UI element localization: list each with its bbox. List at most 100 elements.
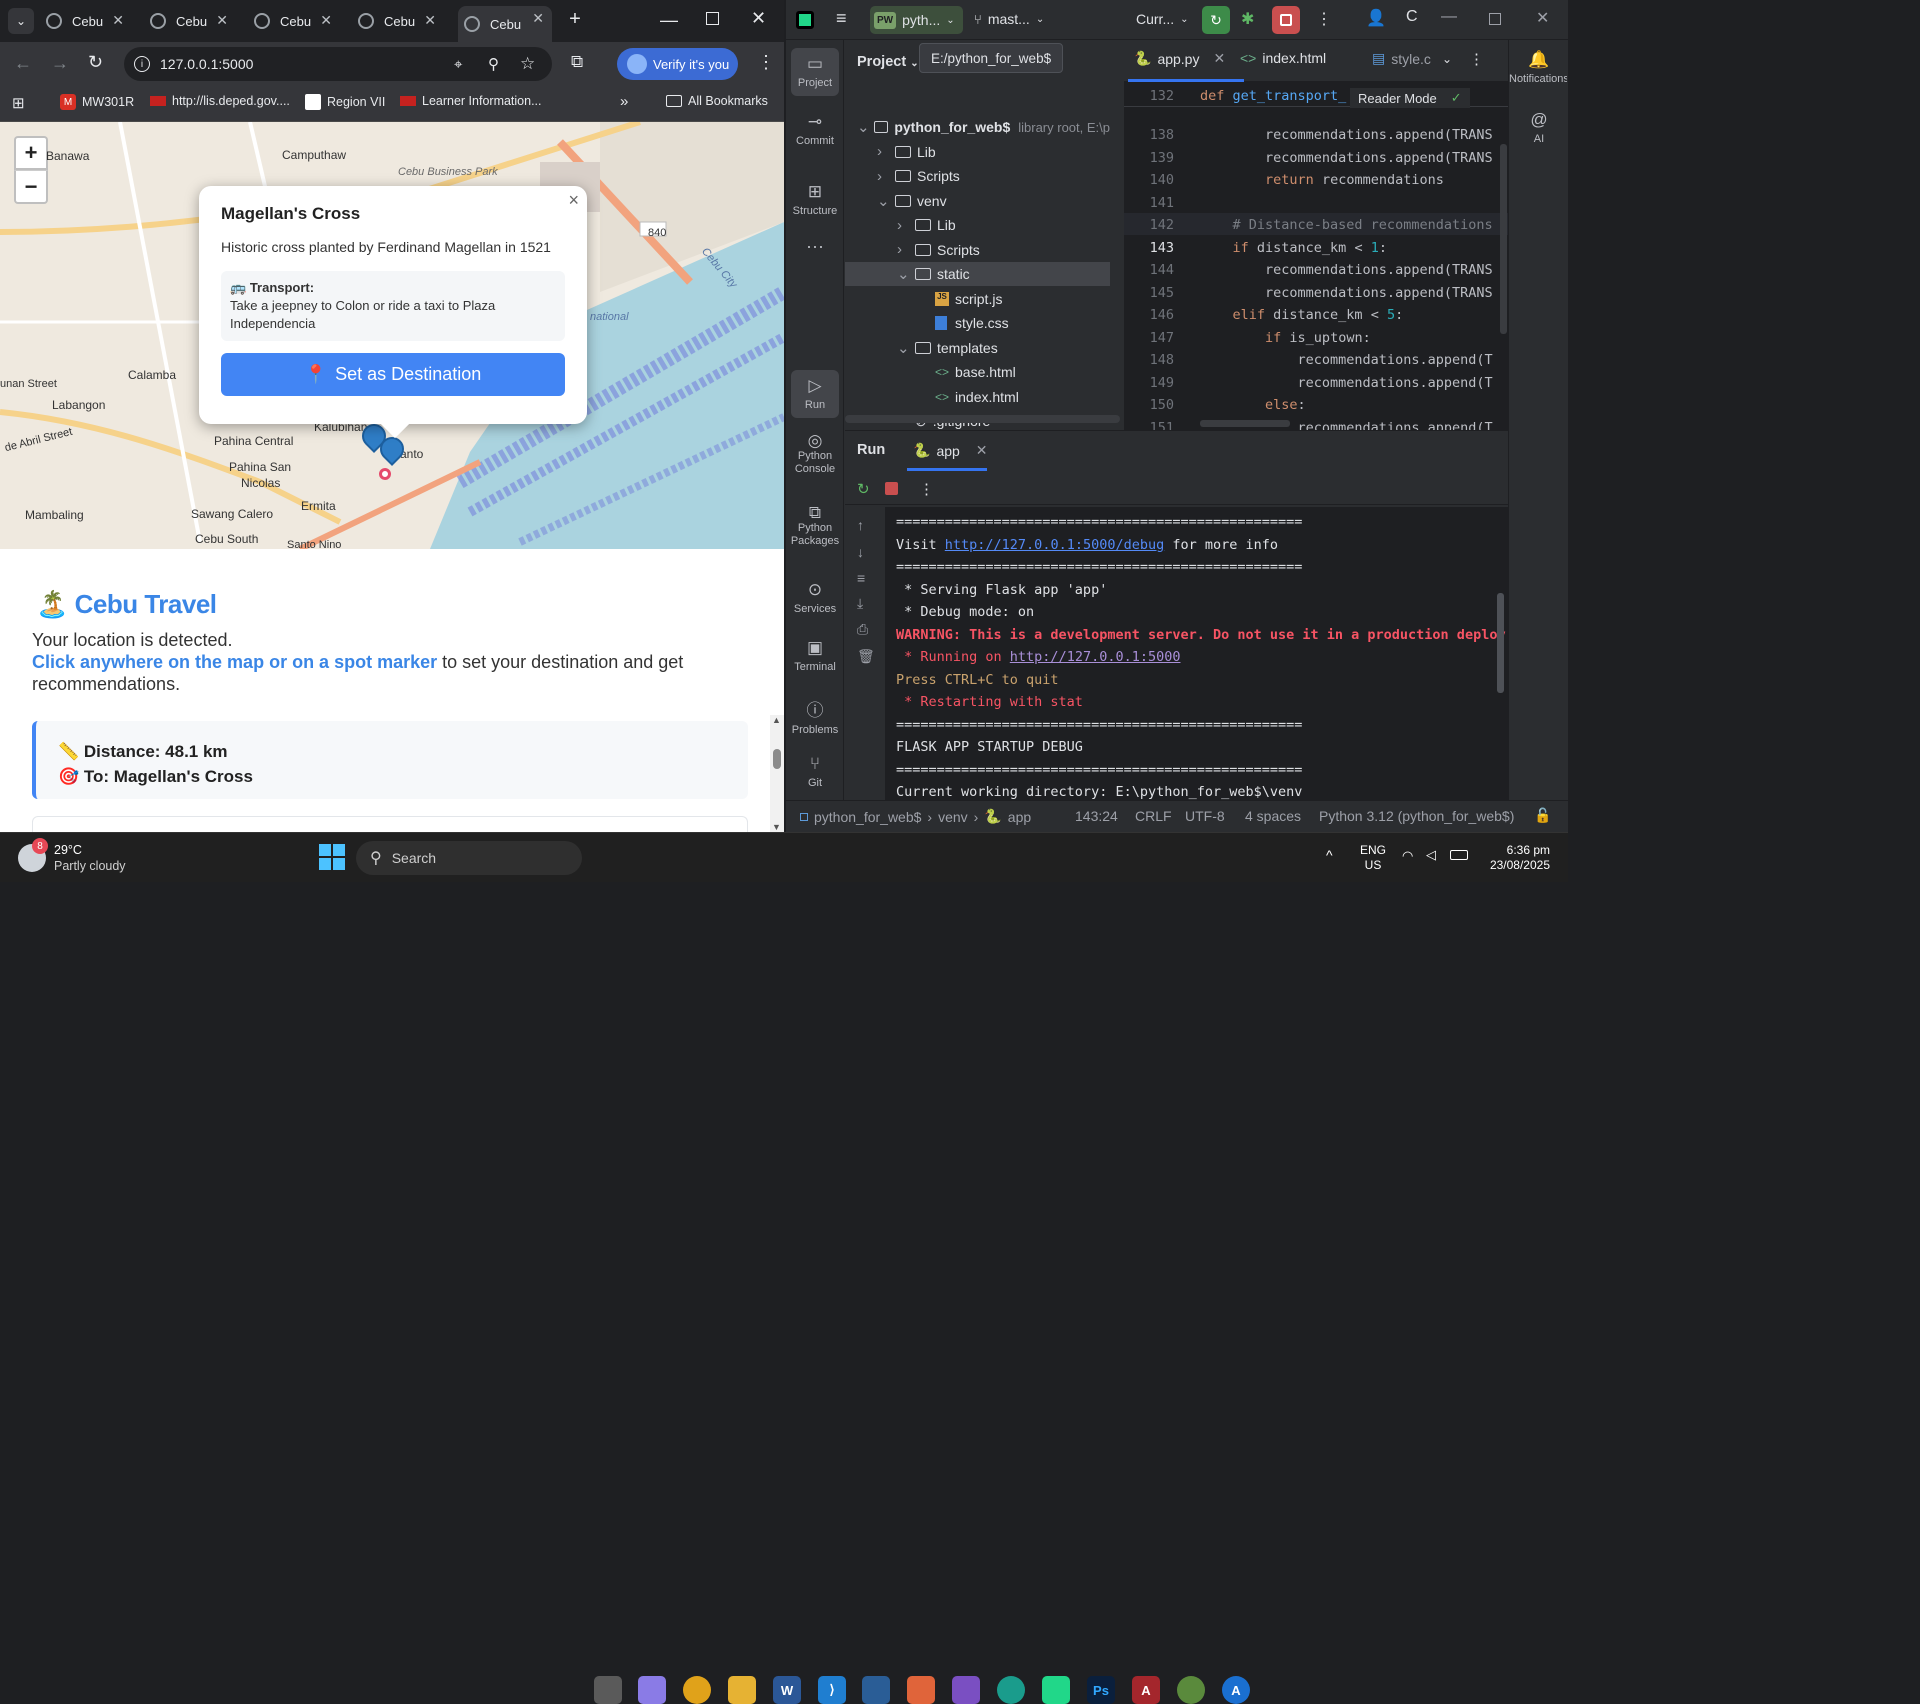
terminal-tool-button[interactable]: ▣ Terminal [786,638,844,673]
pycharm-logo-icon[interactable] [796,11,814,29]
expand-arrow-icon[interactable]: › [877,168,895,185]
indent-setting[interactable]: 4 spaces [1245,808,1301,824]
tree-item[interactable]: ⌄ venv [845,189,1110,213]
bookmark-item[interactable]: http://lis.deped.gov.... [150,94,290,108]
expand-arrow-icon[interactable]: › [897,241,915,258]
run-tool-button[interactable]: ▷ Run [791,370,839,418]
structure-tool-button[interactable]: ⊞ Structure [786,182,844,217]
close-tab-icon[interactable]: ✕ [1213,50,1225,67]
close-tab-icon[interactable]: ✕ [216,12,228,29]
editor-tab[interactable]: ▤ style.c [1372,50,1431,67]
tab-search-button[interactable]: ⌄ [8,8,34,34]
editor-more-icon[interactable]: ⋮ [1469,50,1484,68]
app-icon[interactable] [862,1676,890,1704]
start-button[interactable] [319,844,345,870]
debug-icon[interactable]: ✱ [1241,9,1254,29]
app-icon[interactable]: A [1222,1676,1250,1704]
tree-item[interactable]: style.css [845,311,1110,335]
bookmark-item[interactable]: Region VII [305,94,385,110]
battery-icon[interactable] [1450,850,1468,860]
site-info-icon[interactable]: i [134,56,150,72]
minimize-button[interactable]: — [660,10,678,31]
expand-arrow-icon[interactable]: ⌄ [897,265,915,283]
more-actions-icon[interactable]: ⋮ [1316,9,1332,29]
branch-switcher[interactable]: ⑂ mast... ⌄ [974,11,1044,27]
problems-tool-button[interactable]: ⓘ Problems [786,696,844,736]
tree-item[interactable]: › Scripts [845,238,1110,262]
project-switcher[interactable]: PW pyth... ⌄ [870,6,963,34]
commit-tool-button[interactable]: ⊸ Commit [786,112,844,147]
more-icon[interactable]: ⋮ [919,480,934,498]
expand-arrow-icon[interactable]: ⌄ [897,339,915,357]
scroll-up-icon[interactable]: ↑ [857,517,864,533]
tray-overflow-icon[interactable]: ^ [1326,847,1333,863]
close-tab-icon[interactable]: ✕ [532,10,544,27]
close-tab-icon[interactable]: ✕ [112,12,124,29]
expand-arrow-icon[interactable]: ⌄ [877,192,895,210]
line-ending[interactable]: CRLF [1135,808,1172,824]
wifi-icon[interactable]: ◠ [1402,848,1413,864]
menu-icon[interactable]: ⋮ [757,52,775,73]
editor-tab[interactable]: <> index.html [1240,50,1326,66]
bookmark-item[interactable]: M MW301R [60,94,134,110]
tree-item[interactable]: ⌄ templates [845,336,1110,360]
main-menu-icon[interactable]: ≡ [836,8,847,29]
tree-item[interactable]: ⌄ static [845,262,1110,286]
editor-vscrollbar[interactable] [1500,144,1507,334]
maximize-button[interactable] [1489,13,1501,25]
ai-tool-button[interactable]: @ AI [1509,110,1569,145]
instruction-link[interactable]: Click anywhere on the map or on a spot m… [32,652,437,672]
close-window-button[interactable]: ✕ [1536,8,1549,28]
scrollbar-thumb[interactable] [773,749,781,769]
language-indicator[interactable]: ENG US [1360,843,1386,873]
tree-item[interactable]: <> base.html [845,360,1110,384]
zoom-out-button[interactable]: − [14,170,48,204]
soft-wrap-icon[interactable]: ≡ [857,570,865,586]
zoom-in-button[interactable]: + [14,136,48,170]
map[interactable]: + − Banawa Camputhaw Cebu Business Park … [0,122,784,549]
more-bookmarks-icon[interactable]: » [620,93,628,110]
browser-tab[interactable]: Cebu ✕ [458,6,552,42]
close-tab-icon[interactable]: ✕ [976,442,988,459]
address-bar[interactable]: i 127.0.0.1:5000 ⌖ ⚲ ☆ [124,47,552,81]
reader-mode-badge[interactable]: Reader Mode ✓ [1350,88,1470,108]
tree-item[interactable]: › Lib [845,213,1110,237]
caret-position[interactable]: 143:24 [1075,808,1118,824]
tree-item[interactable]: JS script.js [845,287,1110,311]
trash-icon[interactable]: 🗑 [857,648,875,665]
chrome-icon[interactable] [683,1676,711,1704]
clock[interactable]: 6:36 pm 23/08/2025 [1480,843,1550,873]
tree-item[interactable]: › Scripts [845,164,1110,188]
file-explorer-icon[interactable] [728,1676,756,1704]
new-tab-button[interactable]: + [566,8,584,31]
python-interpreter[interactable]: Python 3.12 (python_for_web$) [1319,808,1514,824]
add-user-icon[interactable]: 👤 [1366,8,1386,28]
weather-widget[interactable]: 8 29°C Partly cloudy [18,838,126,875]
word-icon[interactable]: W [773,1676,801,1704]
scroll-down-icon[interactable]: ↓ [857,544,864,560]
maximize-button[interactable] [706,12,719,25]
scroll-down-arrow[interactable]: ▼ [772,822,781,832]
code-area[interactable]: 132 def get_transport_ Reader Mode ✓ 138… [1124,84,1508,430]
more-tools-button[interactable]: ··· [786,236,844,257]
task-view-icon[interactable] [594,1676,622,1704]
console-output[interactable]: ========================================… [885,507,1508,801]
print-icon[interactable]: ⎙ [857,621,868,638]
updates-icon[interactable]: C [1406,8,1418,26]
lock-icon[interactable]: 🔓 [1534,807,1551,824]
vscode-icon[interactable]: ⟩ [818,1676,846,1704]
visual-studio-icon[interactable] [952,1676,980,1704]
scroll-to-end-icon[interactable]: ⤓ [857,595,863,612]
status-breadcrumb[interactable]: python_for_web$ › venv › 🐍 app [800,808,1031,825]
tree-item[interactable]: ⌄ python_for_web$ library root, E:\p [845,115,1110,139]
run-config-selector[interactable]: Curr... ⌄ [1136,11,1189,27]
project-tool-button[interactable]: ▭ Project [791,48,839,96]
page-scrollbar[interactable]: ▲ ▼ [770,715,784,832]
project-panel-header[interactable]: Project ⌄ [857,54,919,70]
browser-tab[interactable]: Cebu ✕ [248,8,340,34]
notifications-tool-button[interactable]: 🔔 Notifications [1509,50,1569,85]
taskbar-search[interactable]: ⚲ Search [356,841,582,875]
run-config-tab[interactable]: 🐍 app ✕ [913,442,988,459]
close-tab-icon[interactable]: ✕ [424,12,436,29]
tree-scrollbar[interactable] [845,415,1120,423]
